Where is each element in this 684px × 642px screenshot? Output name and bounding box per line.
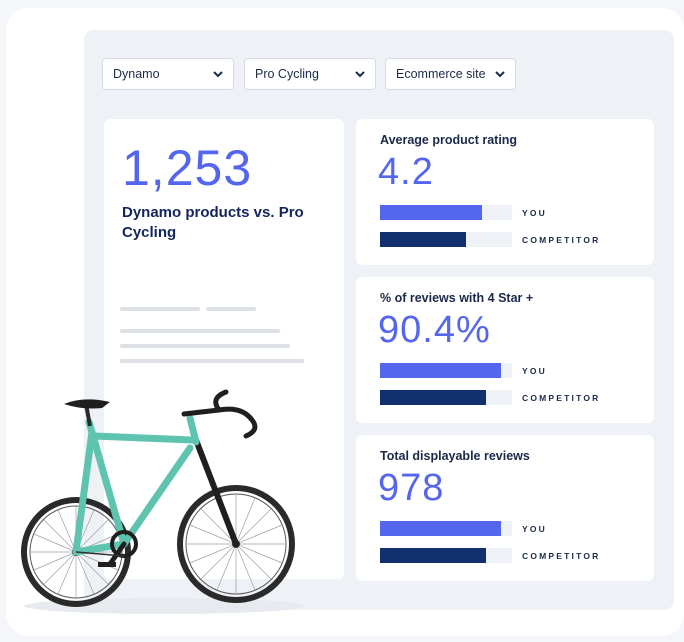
placeholder-line xyxy=(206,307,256,311)
you-bar-fill xyxy=(380,521,502,536)
placeholder-line xyxy=(120,329,280,333)
brand-select-value: Dynamo xyxy=(113,67,160,81)
competitor-select-value: Pro Cycling xyxy=(255,67,319,81)
you-bar-fill xyxy=(380,205,482,220)
competitor-label: COMPETITOR xyxy=(522,551,601,561)
you-bar xyxy=(380,363,512,378)
competitor-select[interactable]: Pro Cycling xyxy=(244,58,376,90)
metric-card-reviews: Total displayable reviews 978 YOU COMPET… xyxy=(356,435,654,581)
channel-select-value: Ecommerce site xyxy=(396,67,486,81)
competitor-bar xyxy=(380,390,512,405)
competitor-bar-fill xyxy=(380,548,486,563)
competitor-bar-fill xyxy=(380,390,486,405)
metric-title: % of reviews with 4 Star + xyxy=(380,291,534,305)
metric-title: Average product rating xyxy=(380,133,518,147)
competitor-bar xyxy=(380,548,512,563)
you-label: YOU xyxy=(522,524,548,534)
product-count: 1,253 xyxy=(122,140,253,196)
you-bar xyxy=(380,521,512,536)
chevron-down-icon xyxy=(212,68,224,80)
competitor-bar xyxy=(380,232,512,247)
channel-select[interactable]: Ecommerce site xyxy=(385,58,516,90)
chevron-down-icon xyxy=(354,68,366,80)
you-label: YOU xyxy=(522,208,548,218)
you-bar xyxy=(380,205,512,220)
placeholder-line xyxy=(120,344,290,348)
competitor-bar-fill xyxy=(380,232,466,247)
metric-card-four-star: % of reviews with 4 Star + 90.4% YOU COM… xyxy=(356,277,654,423)
metric-value: 978 xyxy=(378,467,445,509)
placeholder-line xyxy=(120,307,200,311)
competitor-label: COMPETITOR xyxy=(522,235,601,245)
metric-card-rating: Average product rating 4.2 YOU COMPETITO… xyxy=(356,119,654,265)
product-comparison-label: Dynamo products vs. Pro Cycling xyxy=(122,204,304,241)
chevron-down-icon xyxy=(494,68,506,80)
you-bar-fill xyxy=(380,363,502,378)
brand-select[interactable]: Dynamo xyxy=(102,58,234,90)
metric-value: 4.2 xyxy=(378,151,434,193)
competitor-label: COMPETITOR xyxy=(522,393,601,403)
bicycle-illustration xyxy=(21,389,304,614)
metric-title: Total displayable reviews xyxy=(380,449,530,463)
metric-value: 90.4% xyxy=(378,309,491,351)
you-label: YOU xyxy=(522,366,548,376)
placeholder-line xyxy=(120,359,304,363)
